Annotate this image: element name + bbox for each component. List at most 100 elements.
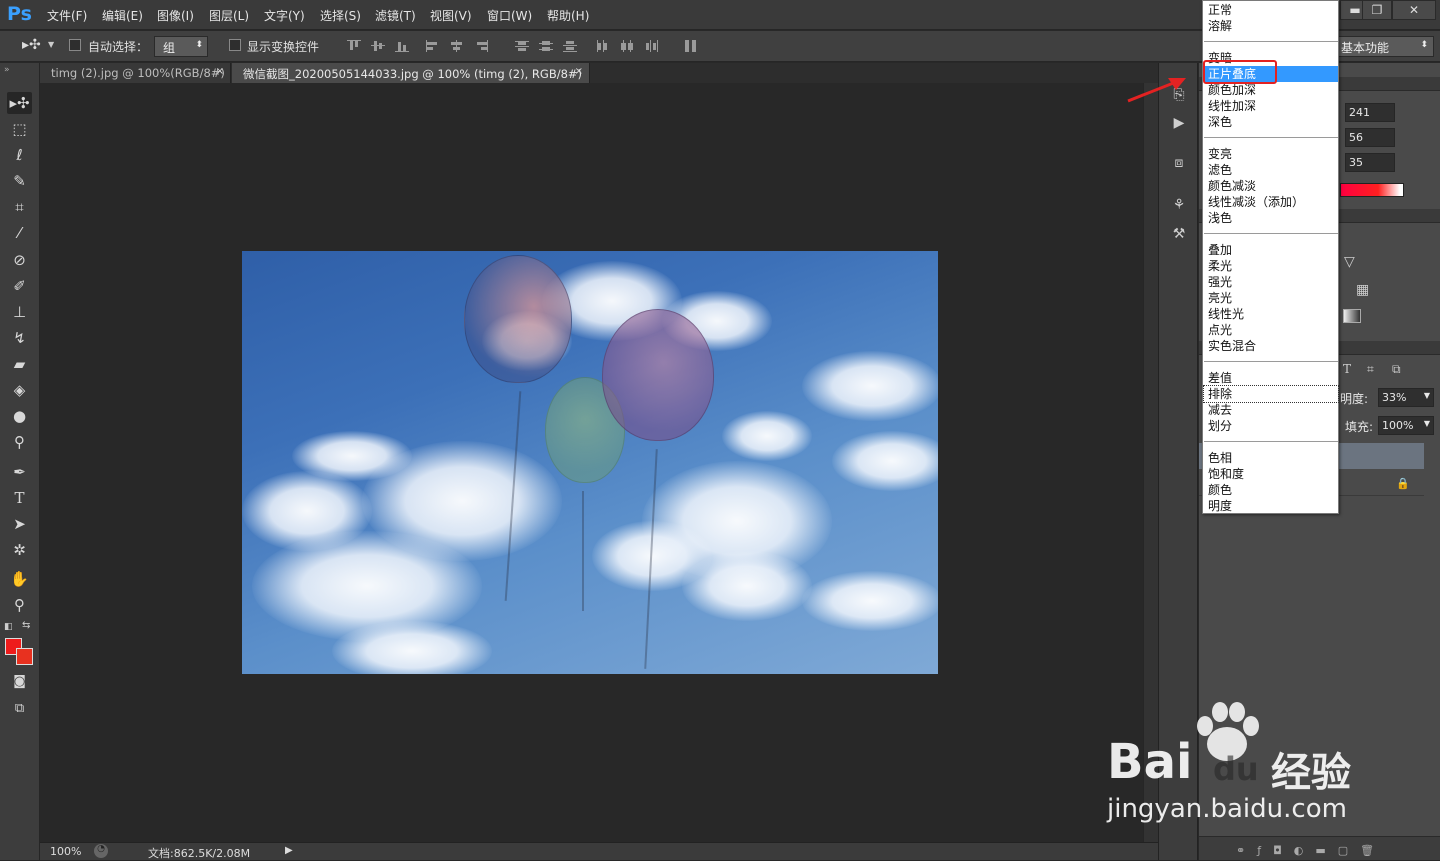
blend-hard-mix[interactable]: 实色混合 (1207, 338, 1338, 354)
menu-file[interactable]: 文件(F) (47, 7, 87, 24)
distribute-left-icon[interactable] (596, 40, 610, 52)
paint-bucket-icon[interactable]: ◈ (7, 379, 32, 401)
blend-hard-light[interactable]: 强光 (1207, 274, 1338, 290)
status-info-icon[interactable]: ◔ (94, 844, 108, 858)
align-bottom-icon[interactable] (395, 40, 409, 52)
blend-linear-burn[interactable]: 线性加深 (1207, 98, 1338, 114)
quick-mask-icon[interactable]: ◙ (7, 671, 32, 693)
blend-subtract[interactable]: 减去 (1207, 402, 1338, 418)
menu-layer[interactable]: 图层(L) (209, 7, 249, 24)
type-filter-icon[interactable]: T (1343, 362, 1351, 376)
color-r-field[interactable]: 241 (1345, 103, 1395, 122)
blend-lighter-color[interactable]: 浅色 (1207, 210, 1338, 226)
color-b-field[interactable]: 35 (1345, 153, 1395, 172)
brush-presets-icon[interactable]: ⚘ (1169, 197, 1189, 217)
shape-filter-icon[interactable]: ⌗ (1367, 362, 1374, 377)
blend-vivid-light[interactable]: 亮光 (1207, 290, 1338, 306)
move-tool-preset-icon[interactable]: ▸✣ (22, 37, 41, 53)
adjustment-triangle-icon[interactable]: ▽ (1344, 254, 1355, 270)
blend-linear-dodge[interactable]: 线性减淡（添加） (1207, 194, 1338, 210)
collapse-arrows-icon[interactable]: » (4, 65, 10, 75)
background-color-swatch[interactable] (16, 648, 33, 665)
move-tool-icon[interactable]: ▸✣ (7, 92, 32, 114)
layers-footer-icons[interactable]: ⚭ƒ◘◐▬▢🗑 (1236, 844, 1386, 857)
actions-panel-icon[interactable]: ▶ (1169, 115, 1189, 135)
blend-divide[interactable]: 划分 (1207, 418, 1338, 434)
status-menu-arrow-icon[interactable]: ▶ (285, 845, 293, 856)
align-top-icon[interactable] (347, 40, 361, 52)
hand-icon[interactable]: ✋ (7, 568, 32, 590)
blend-darker-color[interactable]: 深色 (1207, 114, 1338, 130)
tool-presets-icon[interactable]: ⚒ (1169, 226, 1189, 246)
clone-stamp-icon[interactable]: ⊥ (7, 301, 32, 323)
close-icon[interactable]: × (575, 66, 583, 77)
align-left-icon[interactable] (426, 40, 440, 52)
menu-select[interactable]: 选择(S) (320, 7, 361, 24)
screen-mode-icon[interactable]: ⧉ (7, 698, 32, 720)
history-brush-icon[interactable]: ↯ (7, 327, 32, 349)
color-ramp[interactable] (1340, 183, 1404, 197)
opacity-field[interactable]: 33% ▼ (1378, 388, 1434, 407)
blend-difference[interactable]: 差值 (1207, 370, 1338, 386)
document-image[interactable] (242, 251, 938, 674)
menu-help[interactable]: 帮助(H) (547, 7, 589, 24)
menu-filter[interactable]: 滤镜(T) (375, 7, 416, 24)
blend-pin-light[interactable]: 点光 (1207, 322, 1338, 338)
quick-select-icon[interactable]: ✎ (7, 170, 32, 192)
blend-luminosity[interactable]: 明度 (1207, 498, 1338, 514)
distribute-hcenter-icon[interactable] (620, 40, 634, 52)
auto-select-checkbox[interactable] (69, 39, 81, 51)
gradient-map-icon[interactable] (1343, 309, 1361, 323)
workspace-dropdown[interactable]: 基本功能 ⬍ (1337, 36, 1434, 57)
auto-select-dropdown[interactable]: 组 ⬍ (154, 36, 208, 57)
blend-overlay[interactable]: 叠加 (1207, 242, 1338, 258)
chevron-down-icon[interactable]: ▼ (48, 40, 54, 49)
lasso-icon[interactable]: ℓ (7, 144, 32, 166)
blend-normal[interactable]: 正常 (1207, 2, 1338, 18)
default-colors-icon[interactable]: ◧ (4, 622, 13, 632)
healing-brush-icon[interactable]: ⊘ (7, 249, 32, 271)
menu-window[interactable]: 窗口(W) (487, 7, 532, 24)
distribute-right-icon[interactable] (644, 40, 658, 52)
auto-align-icon[interactable] (684, 40, 698, 52)
blend-exclusion[interactable]: 排除 (1203, 385, 1339, 403)
blend-soft-light[interactable]: 柔光 (1207, 258, 1338, 274)
zoom-level[interactable]: 100% (50, 845, 81, 858)
blend-lighten[interactable]: 变亮 (1207, 146, 1338, 162)
zoom-icon[interactable]: ⚲ (7, 594, 32, 616)
align-hcenter-icon[interactable] (450, 40, 464, 52)
pen-icon[interactable]: ✒ (7, 461, 32, 483)
close-button[interactable]: ✕ (1392, 0, 1436, 20)
blend-color[interactable]: 颜色 (1207, 482, 1338, 498)
distribute-bottom-icon[interactable] (563, 40, 577, 52)
distribute-vcenter-icon[interactable] (539, 40, 553, 52)
blend-linear-light[interactable]: 线性光 (1207, 306, 1338, 322)
smart-filter-icon[interactable]: ⧉ (1392, 362, 1401, 377)
grid-icon[interactable]: ▦ (1356, 282, 1369, 298)
distribute-top-icon[interactable] (515, 40, 529, 52)
brush-icon[interactable]: ✐ (7, 275, 32, 297)
align-right-icon[interactable] (474, 40, 488, 52)
swap-colors-icon[interactable]: ⇆ (22, 620, 30, 631)
menu-edit[interactable]: 编辑(E) (102, 7, 143, 24)
blend-hue[interactable]: 色相 (1207, 450, 1338, 466)
show-transform-checkbox[interactable] (229, 39, 241, 51)
blur-icon[interactable]: ● (7, 405, 32, 427)
type-icon[interactable]: T (7, 487, 32, 509)
3d-panel-icon[interactable]: ⧈ (1169, 155, 1189, 175)
menu-type[interactable]: 文字(Y) (264, 7, 305, 24)
tab-wechat-screenshot[interactable]: 微信截图_20200505144033.jpg @ 100% (timg (2)… (232, 63, 590, 96)
close-icon[interactable]: × (216, 66, 224, 77)
custom-shape-icon[interactable]: ✲ (7, 539, 32, 561)
blend-color-burn[interactable]: 颜色加深 (1207, 82, 1338, 98)
blend-dissolve[interactable]: 溶解 (1207, 18, 1338, 34)
menu-view[interactable]: 视图(V) (430, 7, 472, 24)
blend-color-dodge[interactable]: 颜色减淡 (1207, 178, 1338, 194)
color-g-field[interactable]: 56 (1345, 128, 1395, 147)
dodge-icon[interactable]: ⚲ (7, 431, 32, 453)
blend-saturation[interactable]: 饱和度 (1207, 466, 1338, 482)
crop-icon[interactable]: ⌗ (7, 196, 32, 218)
align-vcenter-icon[interactable] (371, 40, 385, 52)
tab-timg[interactable]: timg (2).jpg @ 100%(RGB/8#) × (40, 63, 231, 83)
path-select-icon[interactable]: ➤ (7, 513, 32, 535)
